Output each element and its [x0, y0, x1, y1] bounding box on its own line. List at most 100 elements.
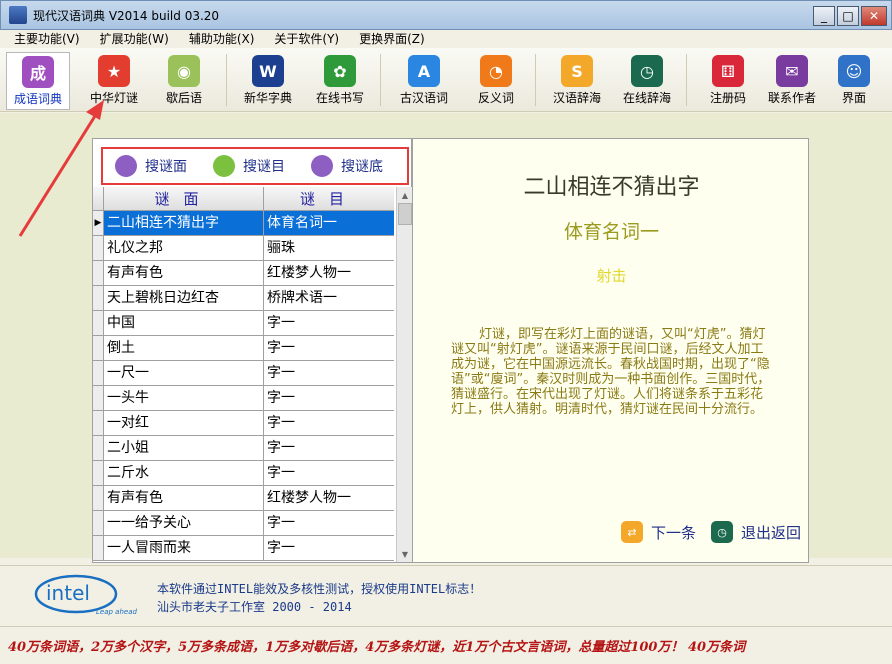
scroll-up-icon[interactable]: ▲ — [397, 187, 413, 203]
cell-category[interactable]: 字一 — [264, 536, 394, 560]
cell-riddle[interactable]: 一尺一 — [104, 361, 264, 385]
table-row[interactable]: 有声有色 红楼梦人物一 — [93, 261, 394, 286]
toolbar-button-0[interactable]: 成成语词典 — [6, 52, 70, 110]
riddle-category: 体育名词一 — [563, 221, 659, 243]
cell-riddle[interactable]: 有声有色 — [104, 261, 264, 285]
menu-auxiliary-functions[interactable]: 辅助功能(X) — [189, 30, 255, 48]
cell-riddle[interactable]: 一头牛 — [104, 386, 264, 410]
table-row[interactable]: 中国 字一 — [93, 311, 394, 336]
intel-logo-text: intel — [46, 581, 90, 605]
menu-about[interactable]: 关于软件(Y) — [274, 30, 339, 48]
toolbar-button-3[interactable]: W 新华字典 — [236, 52, 300, 110]
cell-riddle[interactable]: 倒土 — [104, 336, 264, 360]
landscape-icon: ◉ — [168, 55, 200, 87]
toolbar-separator — [226, 54, 227, 106]
table-row[interactable]: 天上碧桃日边红杏 桥牌术语一 — [93, 286, 394, 311]
toolbar-button-6[interactable]: ◔ 反义词 — [464, 52, 528, 110]
toolbar-button-11[interactable]: ☺ 界面 — [822, 52, 886, 110]
cell-riddle[interactable]: 有声有色 — [104, 486, 264, 510]
table-row[interactable]: 一头牛 字一 — [93, 386, 394, 411]
table-row[interactable]: 一尺一 字一 — [93, 361, 394, 386]
toolbar-button-4[interactable]: ✿ 在线书写 — [308, 52, 372, 110]
table-row[interactable]: 一对红 字一 — [93, 411, 394, 436]
cell-category[interactable]: 字一 — [264, 411, 394, 435]
book-icon: W — [252, 55, 284, 87]
vertical-scrollbar[interactable]: ▲ ▼ — [396, 187, 412, 562]
cell-category[interactable]: 字一 — [264, 336, 394, 360]
clock-icon: ◷ — [631, 55, 663, 87]
footer-intel-notice: 本软件通过INTEL能效及多核性测试，授权使用INTEL标志！ — [157, 582, 482, 596]
table-row[interactable]: 礼仪之邦 骊珠 — [93, 236, 394, 261]
maximize-button[interactable]: □ — [837, 6, 859, 26]
cell-riddle[interactable]: 一对红 — [104, 411, 264, 435]
riddle-list-panel: 搜谜面 搜谜目 搜谜底 谜面 谜目 ▶ 二山相连不猜出字 体育名词一 礼仪之邦 骊珠 有声… — [92, 138, 412, 563]
column-header-riddle[interactable]: 谜面 — [104, 187, 264, 210]
search-riddle-category-label: 搜谜目 — [243, 159, 285, 175]
cell-riddle[interactable]: 二小姐 — [104, 436, 264, 460]
column-header-category[interactable]: 谜目 — [264, 187, 394, 210]
table-row[interactable]: ▶ 二山相连不猜出字 体育名词一 — [93, 211, 394, 236]
cell-category[interactable]: 桥牌术语一 — [264, 286, 394, 310]
cell-category[interactable]: 字一 — [264, 461, 394, 485]
cell-riddle[interactable]: 二斤水 — [104, 461, 264, 485]
row-indicator — [93, 386, 104, 410]
clock-icon: ◷ — [711, 521, 733, 543]
menu-extended-functions[interactable]: 扩展功能(W) — [100, 30, 169, 48]
idiom-icon: 成 — [22, 56, 54, 88]
cell-category[interactable]: 字一 — [264, 511, 394, 535]
cell-category[interactable]: 字一 — [264, 436, 394, 460]
table-row[interactable]: 二小姐 字一 — [93, 436, 394, 461]
toolbar-button-2[interactable]: ◉ 歇后语 — [152, 52, 216, 110]
cell-category[interactable]: 字一 — [264, 361, 394, 385]
star-icon: ★ — [98, 55, 130, 87]
cell-category[interactable]: 字一 — [264, 386, 394, 410]
search-riddle-category-button[interactable]: 搜谜目 — [213, 155, 285, 177]
app-icon — [9, 6, 27, 24]
row-indicator — [93, 411, 104, 435]
grid-header: 谜面 谜目 — [93, 187, 394, 211]
cell-riddle[interactable]: 一人冒雨而来 — [104, 536, 264, 560]
next-button[interactable]: ⇄ 下一条 — [621, 521, 696, 543]
table-row[interactable]: 倒土 字一 — [93, 336, 394, 361]
row-indicator — [93, 536, 104, 560]
toolbar-button-1[interactable]: ★ 中华灯谜 — [82, 52, 146, 110]
window-title: 现代汉语词典 V2014 build 03.20 — [33, 8, 220, 23]
cell-riddle[interactable]: 礼仪之邦 — [104, 236, 264, 260]
cell-riddle[interactable]: 二山相连不猜出字 — [104, 211, 264, 235]
toolbar: 成成语词典 ★ 中华灯谜 ◉ 歇后语 W 新华字典 ✿ 在线书写 A 古汉语词 ◔ 反义词 S 汉语辞海 ◷ 在… — [0, 48, 892, 112]
toolbar-button-8[interactable]: ◷ 在线辞海 — [615, 52, 679, 110]
toolbar-button-7[interactable]: S 汉语辞海 — [545, 52, 609, 110]
cell-riddle[interactable]: 一一给予关心 — [104, 511, 264, 535]
toolbar-button-9[interactable]: ⚅ 注册码 — [696, 52, 760, 110]
exit-return-button[interactable]: ◷ 退出返回 — [711, 521, 801, 543]
cell-category[interactable]: 字一 — [264, 311, 394, 335]
row-indicator — [93, 286, 104, 310]
riddle-answer: 射击 — [596, 267, 627, 285]
scroll-thumb[interactable] — [398, 203, 412, 225]
search-riddle-face-button[interactable]: 搜谜面 — [115, 155, 187, 177]
toolbar-label: 联系作者 — [767, 91, 816, 105]
table-row[interactable]: 有声有色 红楼梦人物一 — [93, 486, 394, 511]
scroll-down-icon[interactable]: ▼ — [397, 546, 413, 562]
cell-category[interactable]: 体育名词一 — [264, 211, 394, 235]
chat-bubble-icon — [115, 155, 137, 177]
cell-riddle[interactable]: 中国 — [104, 311, 264, 335]
row-indicator-header — [93, 187, 104, 210]
minimize-button[interactable]: _ — [813, 6, 835, 26]
menu-bar: 主要功能(V) 扩展功能(W) 辅助功能(X) 关于软件(Y) 更换界面(Z) — [0, 30, 892, 48]
cell-riddle[interactable]: 天上碧桃日边红杏 — [104, 286, 264, 310]
cell-category[interactable]: 红楼梦人物一 — [264, 486, 394, 510]
cell-category[interactable]: 红楼梦人物一 — [264, 261, 394, 285]
riddle-description: 灯谜，即写在彩灯上面的谜语，又叫“灯虎”。猜灯谜又叫“射灯虎”。谜语来源于民间口… — [451, 327, 771, 417]
menu-change-interface[interactable]: 更换界面(Z) — [359, 30, 425, 48]
menu-main-functions[interactable]: 主要功能(V) — [14, 30, 80, 48]
close-button[interactable]: ✕ — [861, 6, 887, 26]
search-riddle-answer-button[interactable]: 搜谜底 — [311, 155, 383, 177]
table-row[interactable]: 二斤水 字一 — [93, 461, 394, 486]
toolbar-label: 在线辞海 — [622, 91, 671, 105]
cell-category[interactable]: 骊珠 — [264, 236, 394, 260]
table-row[interactable]: 一一给予关心 字一 — [93, 511, 394, 536]
toolbar-button-10[interactable]: ✉ 联系作者 — [760, 52, 824, 110]
table-row[interactable]: 一人冒雨而来 字一 — [93, 536, 394, 561]
toolbar-button-5[interactable]: A 古汉语词 — [392, 52, 456, 110]
